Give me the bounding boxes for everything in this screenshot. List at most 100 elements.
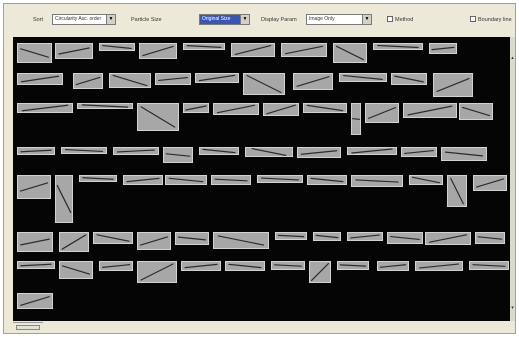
particle-thumbnail[interactable] <box>391 73 427 85</box>
particle-thumbnail[interactable] <box>297 147 341 158</box>
particle-thumbnail[interactable] <box>17 103 73 113</box>
horizontal-scrollbar[interactable] <box>13 322 43 331</box>
particle-thumbnail[interactable] <box>303 103 347 113</box>
particle-thumbnail[interactable] <box>175 232 209 245</box>
particle-thumbnail[interactable] <box>339 73 387 82</box>
display-param-dropdown[interactable]: Image Only ▼ <box>306 14 372 25</box>
arrow-down-icon[interactable]: ▾ <box>510 305 515 311</box>
particle-thumbnail[interactable] <box>99 261 133 271</box>
particle-thumbnail[interactable] <box>79 175 117 182</box>
particle-thumbnail[interactable] <box>245 147 293 157</box>
particle-thumbnail[interactable] <box>73 73 103 89</box>
scroll-thumb[interactable] <box>16 325 40 330</box>
particle-thumbnail[interactable] <box>347 232 383 241</box>
particle-thumbnail[interactable] <box>415 261 463 271</box>
particle-thumbnail[interactable] <box>17 147 55 155</box>
particle-shape <box>436 78 470 92</box>
particle-thumbnail[interactable] <box>473 175 507 191</box>
particle-thumbnail[interactable] <box>183 103 209 113</box>
particle-thumbnail[interactable] <box>195 73 239 83</box>
particle-thumbnail[interactable] <box>347 147 397 155</box>
particle-thumbnail[interactable] <box>307 175 347 185</box>
particle-image-gallery[interactable] <box>13 37 510 321</box>
particle-shape <box>19 182 49 192</box>
particle-shape <box>202 148 236 154</box>
particle-thumbnail[interactable] <box>213 103 259 115</box>
particle-thumbnail[interactable] <box>373 43 423 50</box>
vertical-scrollbar[interactable]: ▴ ▾ <box>510 37 515 321</box>
particle-thumbnail[interactable] <box>387 232 423 244</box>
particle-thumbnail[interactable] <box>351 175 403 187</box>
particle-thumbnail[interactable] <box>17 261 55 269</box>
particle-thumbnail[interactable] <box>313 232 341 241</box>
particle-thumbnail[interactable] <box>225 261 265 271</box>
particle-thumbnail[interactable] <box>257 175 303 183</box>
particle-shape <box>411 176 441 184</box>
particle-thumbnail[interactable] <box>17 232 53 252</box>
particle-thumbnail[interactable] <box>333 43 367 63</box>
particle-thumbnail[interactable] <box>337 261 369 270</box>
display-param-label: Display Param <box>261 17 297 23</box>
particle-thumbnail[interactable] <box>181 261 221 271</box>
particle-thumbnail[interactable] <box>275 232 307 240</box>
particle-thumbnail[interactable] <box>17 175 51 199</box>
particle-thumbnail[interactable] <box>17 43 52 63</box>
particle-shape <box>475 178 505 188</box>
particle-shape <box>198 74 236 82</box>
particle-shape <box>21 104 69 112</box>
particle-thumbnail[interactable] <box>475 232 505 244</box>
particle-size-dropdown[interactable]: Original Size ▼ <box>199 14 250 25</box>
particle-thumbnail[interactable] <box>165 175 207 185</box>
method-checkbox[interactable] <box>387 16 393 22</box>
particle-thumbnail[interactable] <box>137 103 179 131</box>
particle-thumbnail[interactable] <box>401 147 437 157</box>
particle-thumbnail[interactable] <box>59 232 89 252</box>
particle-thumbnail[interactable] <box>425 232 471 245</box>
particle-thumbnail[interactable] <box>113 147 159 155</box>
particle-thumbnail[interactable] <box>109 73 151 88</box>
particle-thumbnail[interactable] <box>77 103 133 109</box>
particle-thumbnail[interactable] <box>429 43 457 54</box>
particle-thumbnail[interactable] <box>139 43 177 59</box>
particle-shape <box>404 149 434 155</box>
sort-dropdown[interactable]: Circularity Asc. order ▼ <box>52 14 116 25</box>
particle-thumbnail[interactable] <box>433 73 473 97</box>
particle-thumbnail[interactable] <box>281 43 327 57</box>
particle-thumbnail[interactable] <box>59 261 93 279</box>
particle-thumbnail[interactable] <box>93 232 133 244</box>
particle-thumbnail[interactable] <box>377 261 409 271</box>
arrow-up-icon[interactable]: ▴ <box>510 55 515 61</box>
particle-thumbnail[interactable] <box>459 103 493 120</box>
particle-thumbnail[interactable] <box>263 103 299 116</box>
particle-thumbnail[interactable] <box>309 261 331 283</box>
particle-shape <box>185 105 207 111</box>
particle-thumbnail[interactable] <box>99 43 135 51</box>
particle-thumbnail[interactable] <box>469 261 509 270</box>
particle-thumbnail[interactable] <box>137 261 177 283</box>
particle-thumbnail[interactable] <box>441 147 487 161</box>
particle-thumbnail[interactable] <box>213 232 269 249</box>
particle-shape <box>431 46 455 51</box>
particle-thumbnail[interactable] <box>17 293 53 309</box>
boundary-line-checkbox[interactable] <box>470 16 476 22</box>
particle-thumbnail[interactable] <box>231 43 275 57</box>
particle-thumbnail[interactable] <box>123 175 163 185</box>
particle-thumbnail[interactable] <box>61 147 107 154</box>
particle-thumbnail[interactable] <box>55 175 73 223</box>
particle-thumbnail[interactable] <box>351 103 361 135</box>
particle-thumbnail[interactable] <box>211 175 251 185</box>
particle-thumbnail[interactable] <box>17 73 63 85</box>
particle-thumbnail[interactable] <box>155 73 191 85</box>
particle-thumbnail[interactable] <box>365 103 399 123</box>
particle-thumbnail[interactable] <box>447 175 467 207</box>
particle-thumbnail[interactable] <box>403 103 457 118</box>
particle-thumbnail[interactable] <box>271 261 305 270</box>
particle-thumbnail[interactable] <box>293 73 333 90</box>
particle-thumbnail[interactable] <box>183 43 225 50</box>
particle-thumbnail[interactable] <box>137 232 171 250</box>
particle-thumbnail[interactable] <box>163 147 193 163</box>
particle-thumbnail[interactable] <box>409 175 443 185</box>
particle-thumbnail[interactable] <box>55 43 93 59</box>
particle-thumbnail[interactable] <box>243 73 285 95</box>
particle-thumbnail[interactable] <box>199 147 239 155</box>
